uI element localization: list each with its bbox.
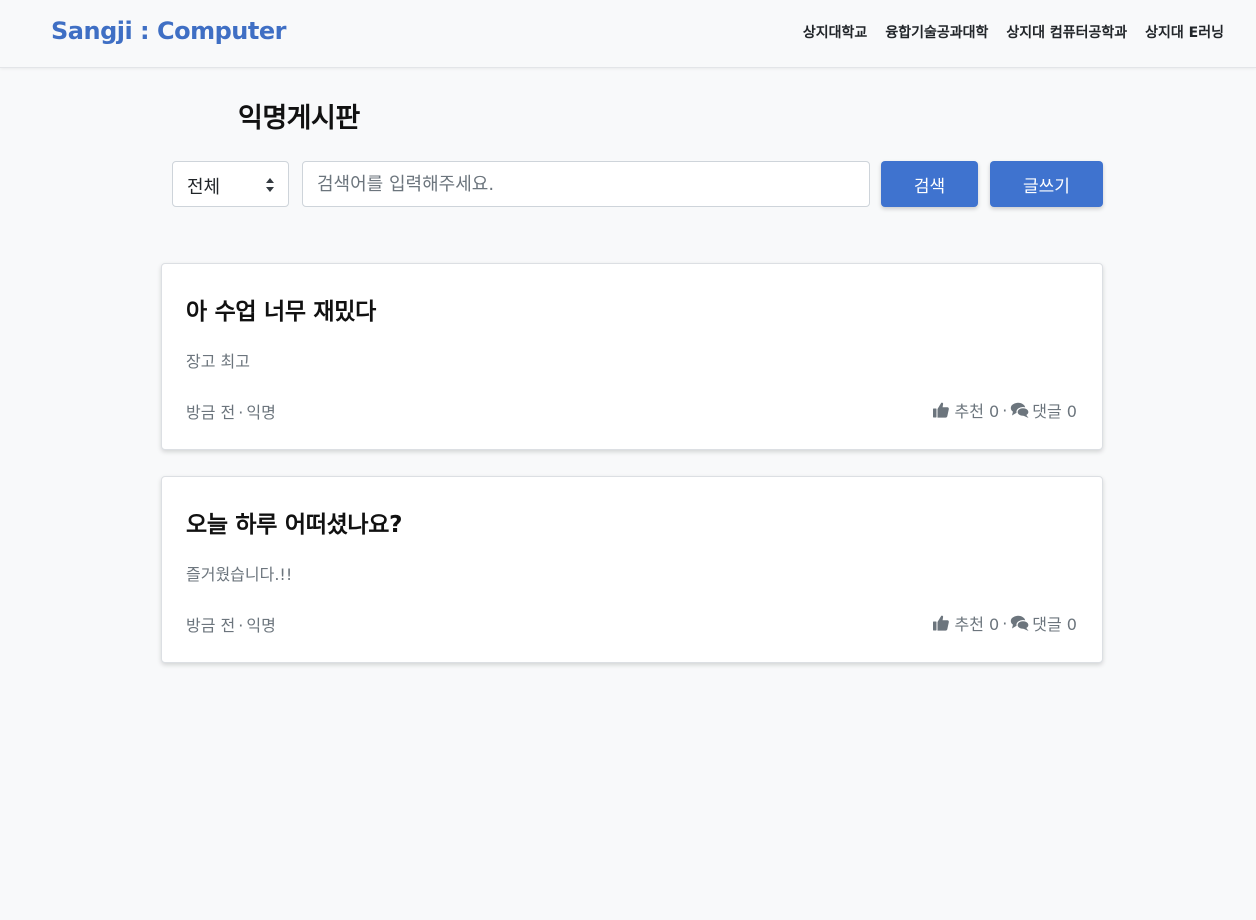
nav-link-e-learning[interactable]: 상지대 E러닝 <box>1145 22 1224 42</box>
likes-count: 추천 0 <box>954 615 1000 634</box>
search-filter-value: 전체 <box>187 177 221 198</box>
stats-separator: · <box>1002 400 1008 420</box>
thumbs-up-icon <box>932 401 950 419</box>
nav-link-computer-engineering[interactable]: 상지대 컴퓨터공학과 <box>1006 22 1127 42</box>
post-body: 장고 최고 <box>186 352 250 371</box>
nav-links: 상지대학교 융합기술공과대학 상지대 컴퓨터공학과 상지대 E러닝 <box>803 22 1224 42</box>
post-meta: 방금 전 · 익명 <box>186 399 276 423</box>
post-author: 익명 <box>246 403 276 422</box>
post-card[interactable]: 오늘 하루 어떠셨나요? 즐거웠습니다.!! 방금 전 · 익명 추천 0 · 댓글… <box>161 476 1103 663</box>
comments-count: 댓글 0 <box>1032 402 1077 421</box>
meta-separator: · <box>238 403 244 422</box>
search-input[interactable] <box>302 161 870 207</box>
search-bar: 전체 검색 글쓰기 <box>172 161 1103 207</box>
comments-icon <box>1010 614 1030 632</box>
post-card[interactable]: 아 수업 너무 재밌다 장고 최고 방금 전 · 익명 추천 0 · 댓글 0 <box>161 263 1103 450</box>
post-stats: 추천 0 · 댓글 0 <box>932 398 1077 422</box>
search-button[interactable]: 검색 <box>881 161 978 207</box>
thumbs-up-icon <box>932 614 950 632</box>
page-title: 익명게시판 <box>238 103 360 134</box>
comments-icon <box>1010 401 1030 419</box>
write-post-button[interactable]: 글쓰기 <box>990 161 1103 207</box>
nav-link-sangji-university[interactable]: 상지대학교 <box>803 22 867 42</box>
post-time: 방금 전 <box>186 403 236 422</box>
comments-count: 댓글 0 <box>1032 615 1077 634</box>
post-body: 즐거웠습니다.!! <box>186 565 293 584</box>
post-stats: 추천 0 · 댓글 0 <box>932 611 1077 635</box>
post-title[interactable]: 오늘 하루 어떠셨나요? <box>186 505 403 539</box>
sort-arrows-icon <box>265 176 275 194</box>
post-meta: 방금 전 · 익명 <box>186 612 276 636</box>
search-filter-select[interactable]: 전체 <box>172 161 289 207</box>
post-title[interactable]: 아 수업 너무 재밌다 <box>186 292 376 326</box>
stats-separator: · <box>1002 613 1008 633</box>
post-time: 방금 전 <box>186 616 236 635</box>
likes-count: 추천 0 <box>954 402 1000 421</box>
post-author: 익명 <box>246 616 276 635</box>
nav-link-convergence-engineering[interactable]: 융합기술공과대학 <box>885 22 988 42</box>
meta-separator: · <box>238 616 244 635</box>
brand-logo[interactable]: Sangji : Computer <box>51 17 286 45</box>
navbar: Sangji : Computer 상지대학교 융합기술공과대학 상지대 컴퓨터… <box>0 0 1256 68</box>
